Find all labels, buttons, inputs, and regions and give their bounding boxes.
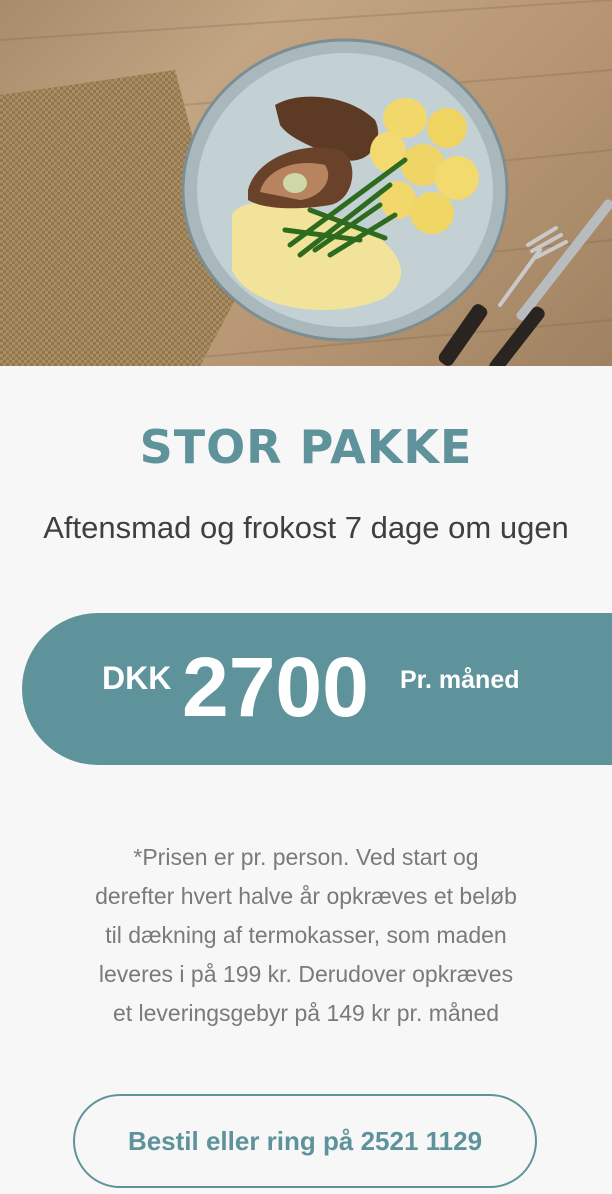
price-amount: 2700 bbox=[182, 640, 369, 734]
price-disclaimer: *Prisen er pr. person. Ved start og dere… bbox=[56, 838, 556, 1033]
disclaimer-line: *Prisen er pr. person. Ved start og bbox=[133, 844, 479, 870]
order-call-button[interactable]: Bestil eller ring på 2521 1129 bbox=[73, 1094, 537, 1188]
disclaimer-line: et leveringsgebyr på 149 kr pr. måned bbox=[112, 1000, 500, 1026]
package-subtitle: Aftensmad og frokost 7 dage om ugen bbox=[43, 510, 569, 545]
hero-image bbox=[0, 0, 612, 366]
package-title: STOR PAKKE bbox=[139, 420, 473, 474]
disclaimer-line: til dækning af termokasser, som maden bbox=[105, 922, 507, 948]
price-currency: DKK bbox=[102, 660, 172, 696]
food-plate-illustration bbox=[0, 0, 612, 366]
disclaimer-line: leveres i på 199 kr. Derudover opkræves bbox=[98, 961, 514, 987]
price-period: Pr. måned bbox=[400, 666, 520, 694]
disclaimer-line: derefter hvert halve år opkræves et belø… bbox=[95, 883, 517, 909]
order-call-label: Bestil eller ring på 2521 1129 bbox=[127, 1125, 483, 1156]
